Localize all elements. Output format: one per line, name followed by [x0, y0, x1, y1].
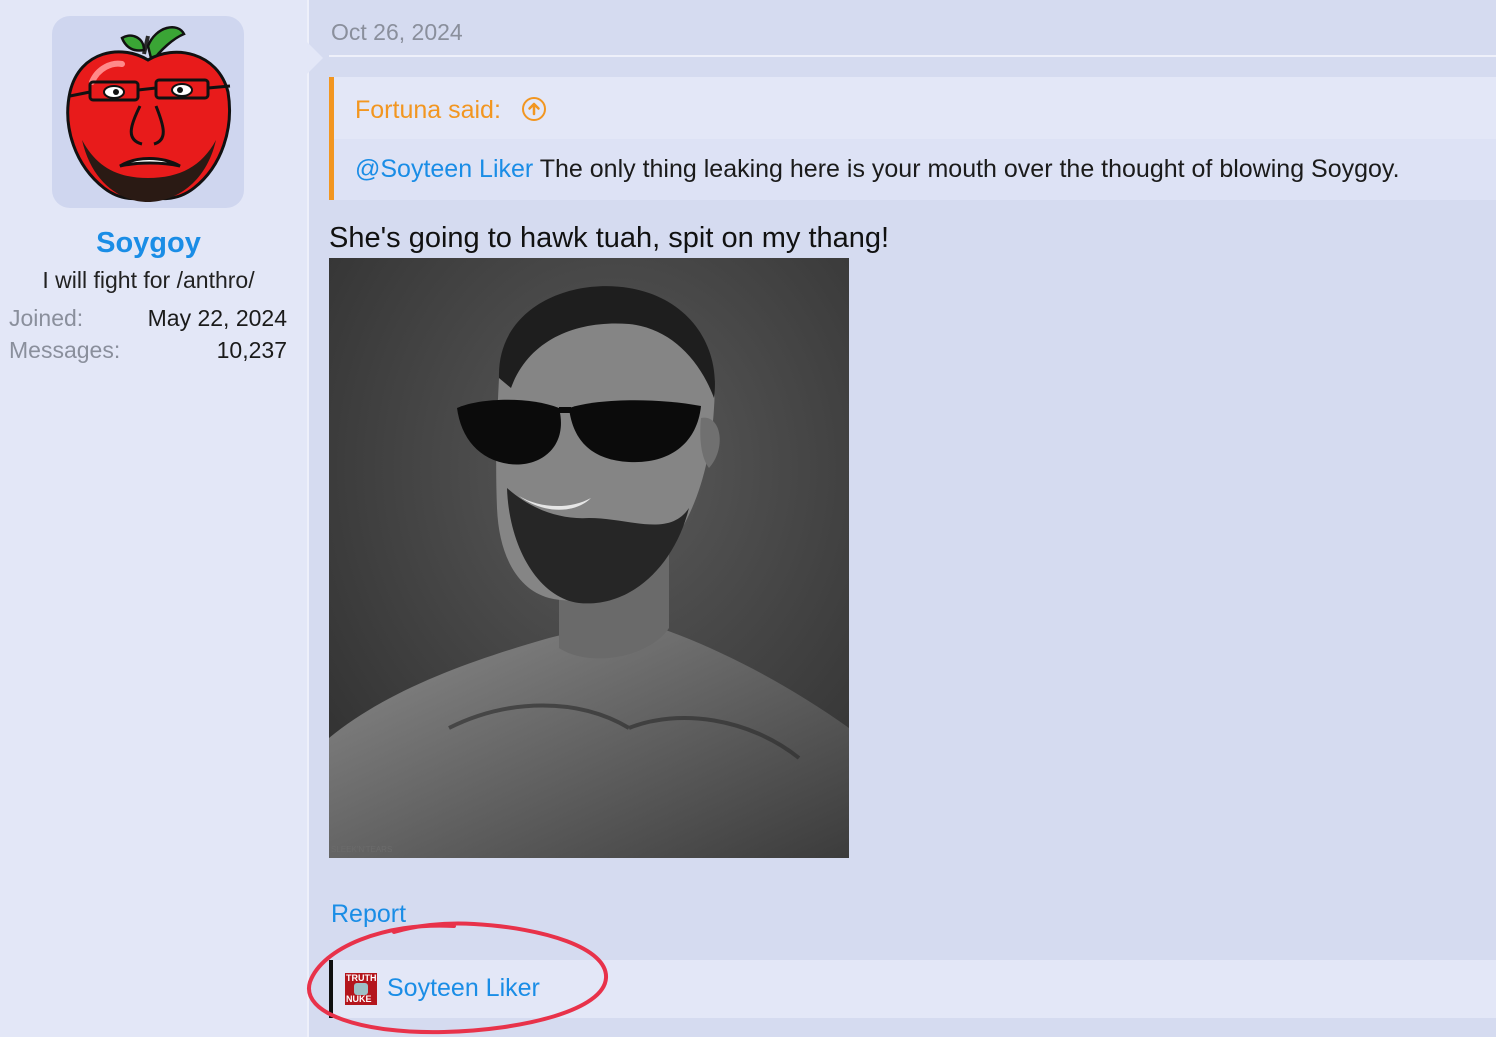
avatar[interactable]	[52, 16, 244, 208]
image-watermark: SLEEK'N'TEARS	[331, 845, 393, 854]
quote-text: @Soyteen Liker The only thing leaking he…	[355, 155, 1400, 184]
stat-messages-value[interactable]: 10,237	[217, 337, 287, 364]
post-image[interactable]: SLEEK'N'TEARS	[329, 258, 849, 858]
stat-messages-label: Messages:	[9, 337, 121, 363]
user-title: I will fight for /anthro/	[42, 267, 255, 293]
jump-to-quote-arrow-icon[interactable]	[522, 97, 546, 121]
apple-face-avatar-icon	[66, 26, 231, 202]
sunglasses-man-photo-icon	[329, 258, 849, 858]
quote-block: Fortuna said: @Soyteen Liker The only th…	[329, 77, 1496, 200]
reaction-bar: TRUTH NUKE Soyteen Liker	[329, 960, 1496, 1018]
reaction-icon-label-top: TRUTH	[346, 973, 377, 983]
quote-header: Fortuna said:	[334, 77, 1496, 139]
reaction-user-link[interactable]: Soyteen Liker	[387, 974, 540, 1003]
user-sidebar: Soygoy I will fight for /anthro/ Joined:…	[0, 0, 323, 1037]
reaction-icon-label-bottom: NUKE	[346, 994, 372, 1004]
stat-joined-value: May 22, 2024	[147, 305, 287, 331]
stat-joined-label: Joined:	[9, 305, 84, 331]
report-button[interactable]: Report	[331, 900, 406, 929]
quote-attribution[interactable]: Fortuna said:	[355, 96, 501, 125]
post-body-text: She's going to hawk tuah, spit on my tha…	[329, 222, 890, 254]
user-mention-link[interactable]: @Soyteen Liker	[355, 155, 533, 183]
divider	[329, 55, 1496, 57]
username-link[interactable]: Soygoy	[0, 227, 297, 260]
quote-message: The only thing leaking here is your mout…	[533, 155, 1400, 183]
truth-nuke-reaction-icon[interactable]: TRUTH NUKE	[345, 973, 377, 1005]
post-date[interactable]: Oct 26, 2024	[331, 19, 463, 46]
